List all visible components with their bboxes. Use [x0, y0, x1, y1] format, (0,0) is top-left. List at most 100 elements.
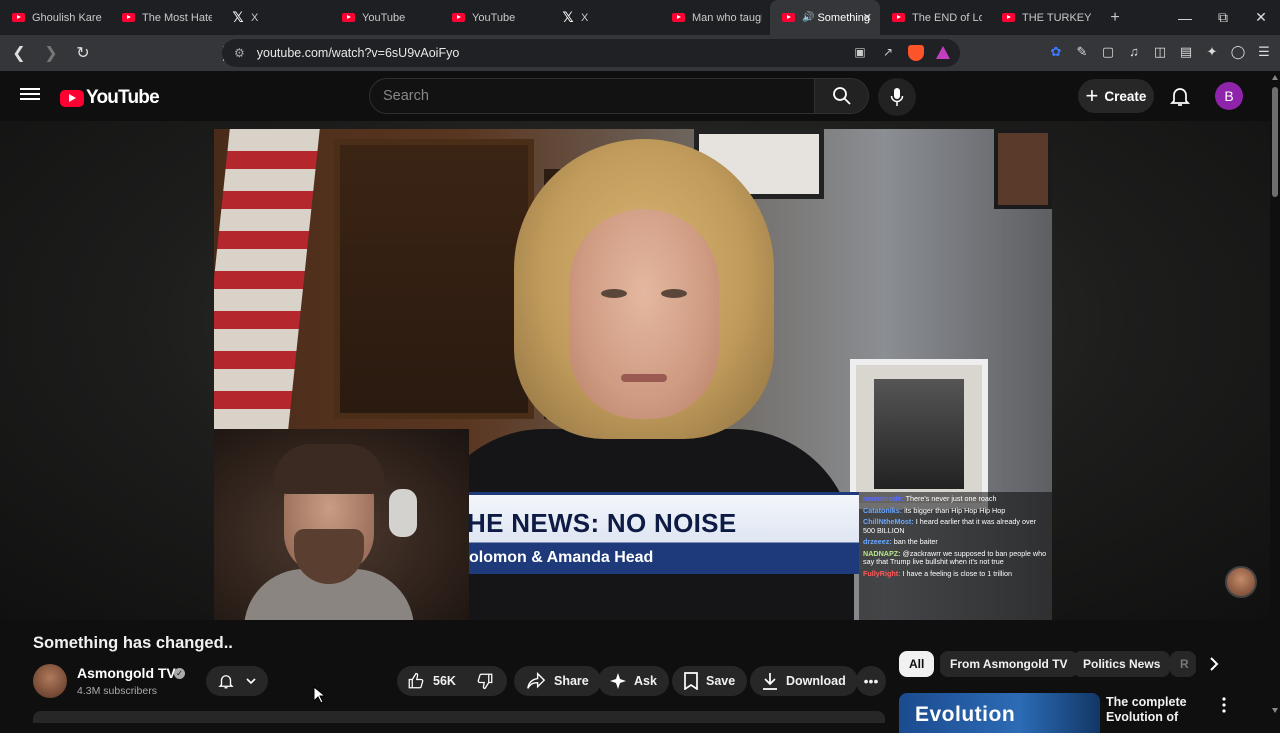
guide-menu-icon[interactable] [20, 85, 40, 105]
speaker-icon[interactable]: 🔊 [802, 12, 814, 23]
browser-tab[interactable]: Man who taught [660, 0, 770, 35]
browser-tab[interactable]: 🔊 Something ✕ [770, 0, 880, 35]
browser-tab[interactable]: The END of Lol [880, 0, 990, 35]
notifications-button[interactable] [1168, 84, 1194, 110]
youtube-logo[interactable]: YouTube [60, 87, 160, 109]
browser-tab[interactable]: 𝕏X [220, 0, 330, 35]
site-info-icon[interactable]: ⚙ [234, 46, 245, 60]
subscription-notifications-button[interactable] [206, 666, 268, 696]
scroll-up-icon[interactable] [1272, 75, 1278, 80]
filter-chip[interactable]: R [1170, 651, 1196, 677]
like-button[interactable]: 56K [397, 666, 466, 696]
video-player[interactable]: HE NEWS: NO NOISE olomon & Amanda Head r… [214, 129, 1052, 620]
new-tab-button[interactable]: + [1100, 9, 1130, 27]
tab-title: Ghoulish Karen [32, 11, 102, 24]
tab-list: Ghoulish KarenThe Most Hated𝕏XYouTubeYou… [0, 0, 1100, 35]
voice-search-button[interactable] [878, 78, 916, 116]
window-controls: — ⧉ ✕ [1166, 0, 1280, 35]
wallet-icon[interactable]: ▤ [1178, 44, 1194, 60]
more-actions-button[interactable]: ••• [856, 666, 886, 696]
filter-chip[interactable]: From Asmongold TV [940, 651, 1078, 677]
cast-icon[interactable]: ▣ [852, 45, 868, 61]
chat-text: There's never just one roach [905, 494, 997, 503]
tab-title: YouTube [362, 11, 406, 24]
browser-tab[interactable]: 𝕏X [550, 0, 660, 35]
share-page-icon[interactable]: ↗ [880, 45, 896, 61]
microphone-icon [890, 88, 904, 106]
thumbs-down-icon [477, 673, 493, 690]
more-horizontal-icon: ••• [863, 673, 879, 689]
related-video-thumbnail[interactable]: Evolution [899, 693, 1100, 733]
description-box[interactable] [33, 711, 885, 723]
extensions-icon[interactable]: ✎ [1074, 44, 1090, 60]
vpn-shield-icon[interactable]: ◯ [1230, 44, 1246, 60]
tab-title: X [251, 11, 259, 24]
page-scrollbar[interactable] [1270, 71, 1280, 720]
browser-tab[interactable]: Ghoulish Karen [0, 0, 110, 35]
brave-shield-icon[interactable] [908, 45, 924, 61]
ask-button[interactable]: Ask [598, 666, 669, 696]
dislike-button[interactable] [466, 666, 512, 696]
youtube-wordmark: YouTube [86, 87, 160, 108]
tab-title: THE TURKEY TO [1022, 11, 1092, 24]
sparkle-icon [610, 673, 626, 689]
vpn-icon[interactable]: ✿ [1048, 44, 1064, 60]
chevron-right-icon [1210, 657, 1219, 671]
floating-channel-avatar[interactable] [1225, 566, 1257, 598]
address-bar[interactable]: ⚙ youtube.com/watch?v=6sU9vAoiFyo ▣ ↗ [222, 39, 960, 67]
chat-username: Catatoniks: [863, 505, 903, 515]
media-icon[interactable]: ♫ [1126, 44, 1142, 60]
youtube-icon [672, 13, 685, 22]
browser-tab[interactable]: YouTube [330, 0, 440, 35]
create-button[interactable]: + Create [1078, 79, 1154, 113]
chat-text: ban the baiter [893, 537, 938, 546]
chat-username: ravenmode: [863, 494, 904, 503]
lower-third-subtitle: olomon & Amanda Head [469, 549, 654, 566]
related-video-title[interactable]: The complete Evolution of Halo's [1106, 695, 1216, 723]
browser-tab[interactable]: The Most Hated [110, 0, 220, 35]
share-label: Share [554, 674, 589, 688]
chips-next-button[interactable] [1204, 652, 1224, 676]
leo-icon[interactable]: ✦ [1204, 44, 1220, 60]
channel-name[interactable]: Asmongold TV [77, 665, 176, 681]
search-icon [832, 87, 851, 105]
search-placeholder: Search [383, 88, 429, 104]
search-input[interactable]: Search [369, 78, 815, 114]
scroll-down-icon[interactable] [1272, 708, 1278, 713]
minimize-icon[interactable]: — [1166, 10, 1204, 26]
filter-chip[interactable]: Politics News [1073, 651, 1171, 677]
sidebar-icon[interactable]: ◫ [1152, 44, 1168, 60]
bookmark-icon [684, 672, 698, 690]
extension-icon[interactable]: ▢ [1100, 44, 1116, 60]
video-title: Something has changed.. [33, 634, 233, 652]
channel-avatar[interactable] [33, 664, 67, 698]
brave-rewards-icon[interactable] [936, 46, 950, 59]
browser-tab[interactable]: YouTube [440, 0, 550, 35]
reload-icon[interactable]: ↻ [70, 40, 96, 66]
youtube-icon [452, 13, 465, 22]
back-icon[interactable]: ❮ [6, 40, 32, 66]
restore-icon[interactable]: ⧉ [1204, 9, 1242, 26]
share-button[interactable]: Share [514, 666, 601, 696]
ask-label: Ask [634, 674, 657, 688]
forward-icon[interactable]: ❯ [38, 40, 64, 66]
youtube-icon [122, 13, 135, 22]
menu-icon[interactable]: ☰ [1256, 44, 1272, 60]
scene-portrait-frame [994, 129, 1052, 209]
save-button[interactable]: Save [672, 666, 748, 696]
download-button[interactable]: Download [750, 666, 858, 696]
related-video-menu-icon[interactable] [1222, 697, 1232, 713]
search-button[interactable] [815, 78, 869, 114]
account-avatar[interactable]: B [1215, 82, 1243, 110]
chat-message: drzeeez: ban the baiter [863, 537, 1048, 547]
extension-icons: ✿ ✎ ▢ ♫ ◫ ▤ ✦ ◯ ☰ [1048, 44, 1272, 60]
scrollbar-thumb[interactable] [1272, 87, 1278, 197]
browser-tab[interactable]: THE TURKEY TO [990, 0, 1100, 35]
close-tab-icon[interactable]: ✕ [863, 11, 872, 24]
bell-icon [1169, 88, 1191, 106]
chat-username: drzeeez: [863, 537, 892, 546]
close-window-icon[interactable]: ✕ [1242, 9, 1280, 26]
filter-chip[interactable]: All [899, 651, 935, 677]
chevron-down-icon [246, 678, 256, 685]
scene-portrait [850, 359, 988, 509]
